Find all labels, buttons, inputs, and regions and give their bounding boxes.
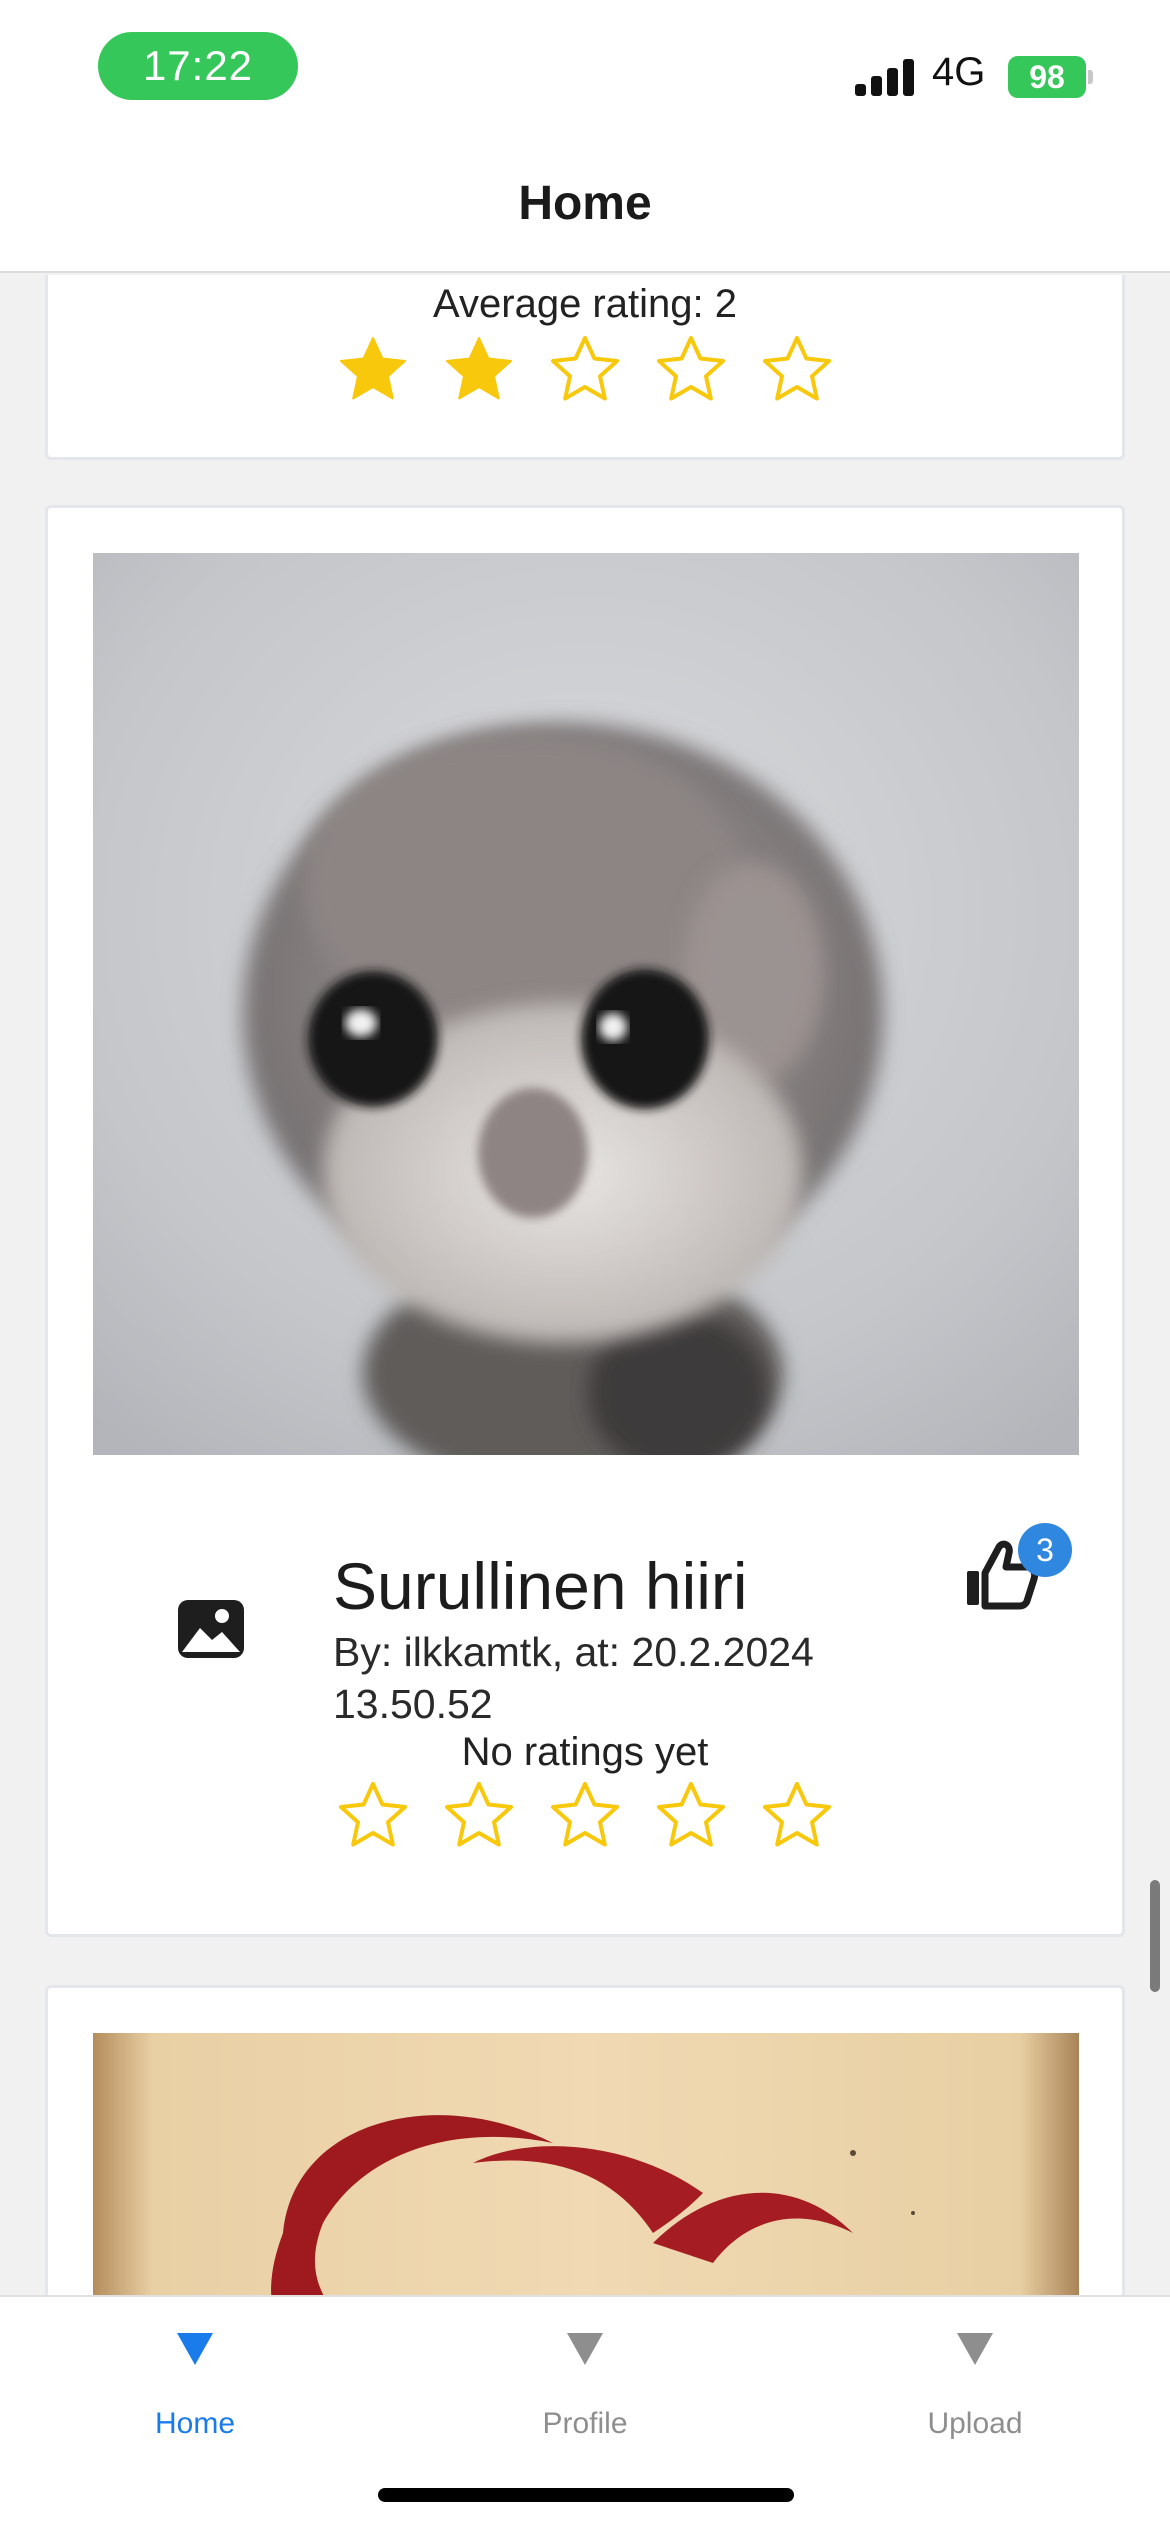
like-count-badge: 3 <box>1018 1523 1072 1577</box>
star-outline-icon[interactable] <box>655 334 727 406</box>
star-outline-icon[interactable] <box>549 334 621 406</box>
home-indicator <box>378 2488 794 2502</box>
tab-profile[interactable]: Profile <box>390 2297 780 2477</box>
triangle-down-icon <box>567 2333 603 2365</box>
signal-icon <box>855 58 915 96</box>
media-card <box>45 1985 1125 2295</box>
app-screen: 17:22 4G 98 Home Average rating: 2 Surul… <box>0 0 1170 2532</box>
star-outline-icon[interactable] <box>337 1780 409 1852</box>
tab-home[interactable]: Home <box>0 2297 390 2477</box>
network-type: 4G <box>932 50 986 94</box>
average-rating-label: Average rating: 2 <box>433 282 737 326</box>
page-title: Home <box>518 176 652 230</box>
scrollbar[interactable] <box>1150 1880 1160 1992</box>
hamster-image <box>93 553 1079 1455</box>
status-bar: 17:22 4G 98 <box>0 0 1170 135</box>
star-rating[interactable] <box>48 1780 1122 1852</box>
battery-tip <box>1088 70 1093 84</box>
status-time: 17:22 <box>98 32 298 100</box>
tab-profile-label: Profile <box>542 2407 628 2440</box>
media-card: Surullinen hiiri By: ilkkamtk, at: 20.2.… <box>45 505 1125 1937</box>
artwork-photo[interactable] <box>93 2033 1079 2295</box>
post-title: Surullinen hiiri <box>333 1549 748 1623</box>
media-feed[interactable]: Average rating: 2 Surullinen hiiri By: i… <box>0 275 1170 2295</box>
hamster-photo[interactable] <box>93 553 1079 1455</box>
star-filled-icon[interactable] <box>443 334 515 406</box>
battery-icon: 98 <box>1008 56 1086 98</box>
image-icon <box>176 1598 246 1660</box>
star-outline-icon[interactable] <box>761 334 833 406</box>
triangle-down-icon <box>177 2333 213 2365</box>
tab-home-label: Home <box>154 2407 236 2440</box>
app-header: Home <box>0 135 1170 273</box>
artwork-image <box>93 2033 1079 2295</box>
media-card: Average rating: 2 <box>45 275 1125 460</box>
tab-upload-label: Upload <box>927 2407 1023 2440</box>
star-rating[interactable] <box>48 334 1122 406</box>
star-outline-icon[interactable] <box>549 1780 621 1852</box>
battery-level: 98 <box>1029 58 1065 95</box>
rating-status-label: No ratings yet <box>461 1730 709 1774</box>
tab-upload[interactable]: Upload <box>780 2297 1170 2477</box>
star-outline-icon[interactable] <box>443 1780 515 1852</box>
like-button[interactable]: 3 <box>963 1523 1073 1633</box>
star-outline-icon[interactable] <box>655 1780 727 1852</box>
post-meta: By: ilkkamtk, at: 20.2.2024 13.50.52 <box>333 1629 814 1727</box>
star-filled-icon[interactable] <box>337 334 409 406</box>
star-outline-icon[interactable] <box>761 1780 833 1852</box>
triangle-down-icon <box>957 2333 993 2365</box>
